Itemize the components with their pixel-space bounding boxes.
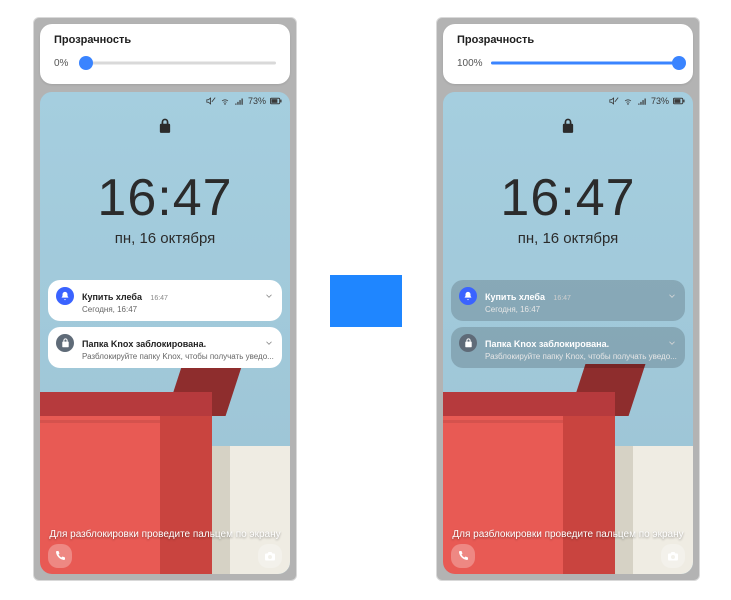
mute-icon: [206, 96, 216, 106]
notification-time: 16:47: [150, 295, 168, 302]
battery-percent: 73%: [651, 96, 669, 106]
transparency-slider[interactable]: [86, 56, 276, 70]
clock-time: 16:47: [443, 172, 693, 224]
notification-title: Папка Knox заблокирована.: [485, 339, 609, 349]
chevron-down-icon[interactable]: [667, 288, 677, 306]
notification-text: Разблокируйте папку Knox, чтобы получать…: [82, 352, 274, 361]
transparency-card: Прозрачность 0%: [40, 24, 290, 84]
clock-time: 16:47: [40, 172, 290, 224]
battery-percent: 73%: [248, 96, 266, 106]
notification-item[interactable]: Купить хлеба 16:47 Сегодня, 16:47: [48, 280, 282, 321]
clock-date: пн, 16 октября: [443, 230, 693, 247]
notification-text: Сегодня, 16:47: [485, 305, 677, 314]
transparency-slider[interactable]: [491, 56, 679, 70]
mute-icon: [609, 96, 619, 106]
lock-icon: [56, 334, 74, 352]
notification-text: Разблокируйте папку Knox, чтобы получать…: [485, 352, 677, 361]
notification-time: 16:47: [553, 295, 571, 302]
lockscreen-preview: 73% 16:47 пн, 16 октября Купить хлеба 16…: [40, 92, 290, 574]
bell-icon: [56, 287, 74, 305]
unlock-hint: Для разблокировки проведите пальцем по э…: [443, 529, 693, 540]
camera-shortcut[interactable]: [661, 544, 685, 568]
battery-icon: [673, 96, 685, 106]
lock-icon: [459, 334, 477, 352]
notification-text: Сегодня, 16:47: [82, 305, 274, 314]
notification-title: Купить хлеба: [485, 292, 545, 302]
battery-icon: [270, 96, 282, 106]
unlock-hint: Для разблокировки проведите пальцем по э…: [40, 529, 290, 540]
notification-title: Папка Knox заблокирована.: [82, 339, 206, 349]
chevron-down-icon[interactable]: [667, 335, 677, 353]
notification-item[interactable]: Папка Knox заблокирована. Разблокируйте …: [48, 327, 282, 368]
status-bar: 73%: [609, 96, 685, 106]
transparency-value: 0%: [54, 58, 78, 69]
notification-item[interactable]: Купить хлеба 16:47 Сегодня, 16:47: [451, 280, 685, 321]
signal-icon: [234, 96, 244, 106]
transparency-label: Прозрачность: [457, 34, 534, 46]
status-bar: 73%: [206, 96, 282, 106]
transparency-label: Прозрачность: [54, 34, 131, 46]
notification-title: Купить хлеба: [82, 292, 142, 302]
lock-icon: [158, 118, 172, 139]
phone-shortcut[interactable]: [48, 544, 72, 568]
chevron-down-icon[interactable]: [264, 288, 274, 306]
chevron-down-icon[interactable]: [264, 335, 274, 353]
notification-list: Купить хлеба 16:47 Сегодня, 16:47 Папка …: [451, 280, 685, 374]
bell-icon: [459, 287, 477, 305]
clock-block: 16:47 пн, 16 октября: [443, 172, 693, 247]
signal-icon: [637, 96, 647, 106]
clock-block: 16:47 пн, 16 октября: [40, 172, 290, 247]
separator-square: [330, 275, 402, 327]
phone-preview-left: Прозрачность 0%: [33, 17, 297, 581]
transparency-card: Прозрачность 100%: [443, 24, 693, 84]
phone-shortcut[interactable]: [451, 544, 475, 568]
clock-date: пн, 16 октября: [40, 230, 290, 247]
phone-preview-right: Прозрачность 100%: [436, 17, 700, 581]
lock-icon: [561, 118, 575, 139]
transparency-value: 100%: [457, 58, 483, 69]
wifi-icon: [220, 96, 230, 106]
notification-list: Купить хлеба 16:47 Сегодня, 16:47 Папка …: [48, 280, 282, 374]
notification-item[interactable]: Папка Knox заблокирована. Разблокируйте …: [451, 327, 685, 368]
camera-shortcut[interactable]: [258, 544, 282, 568]
wifi-icon: [623, 96, 633, 106]
lockscreen-preview: 73% 16:47 пн, 16 октября Купить хлеба 16…: [443, 92, 693, 574]
